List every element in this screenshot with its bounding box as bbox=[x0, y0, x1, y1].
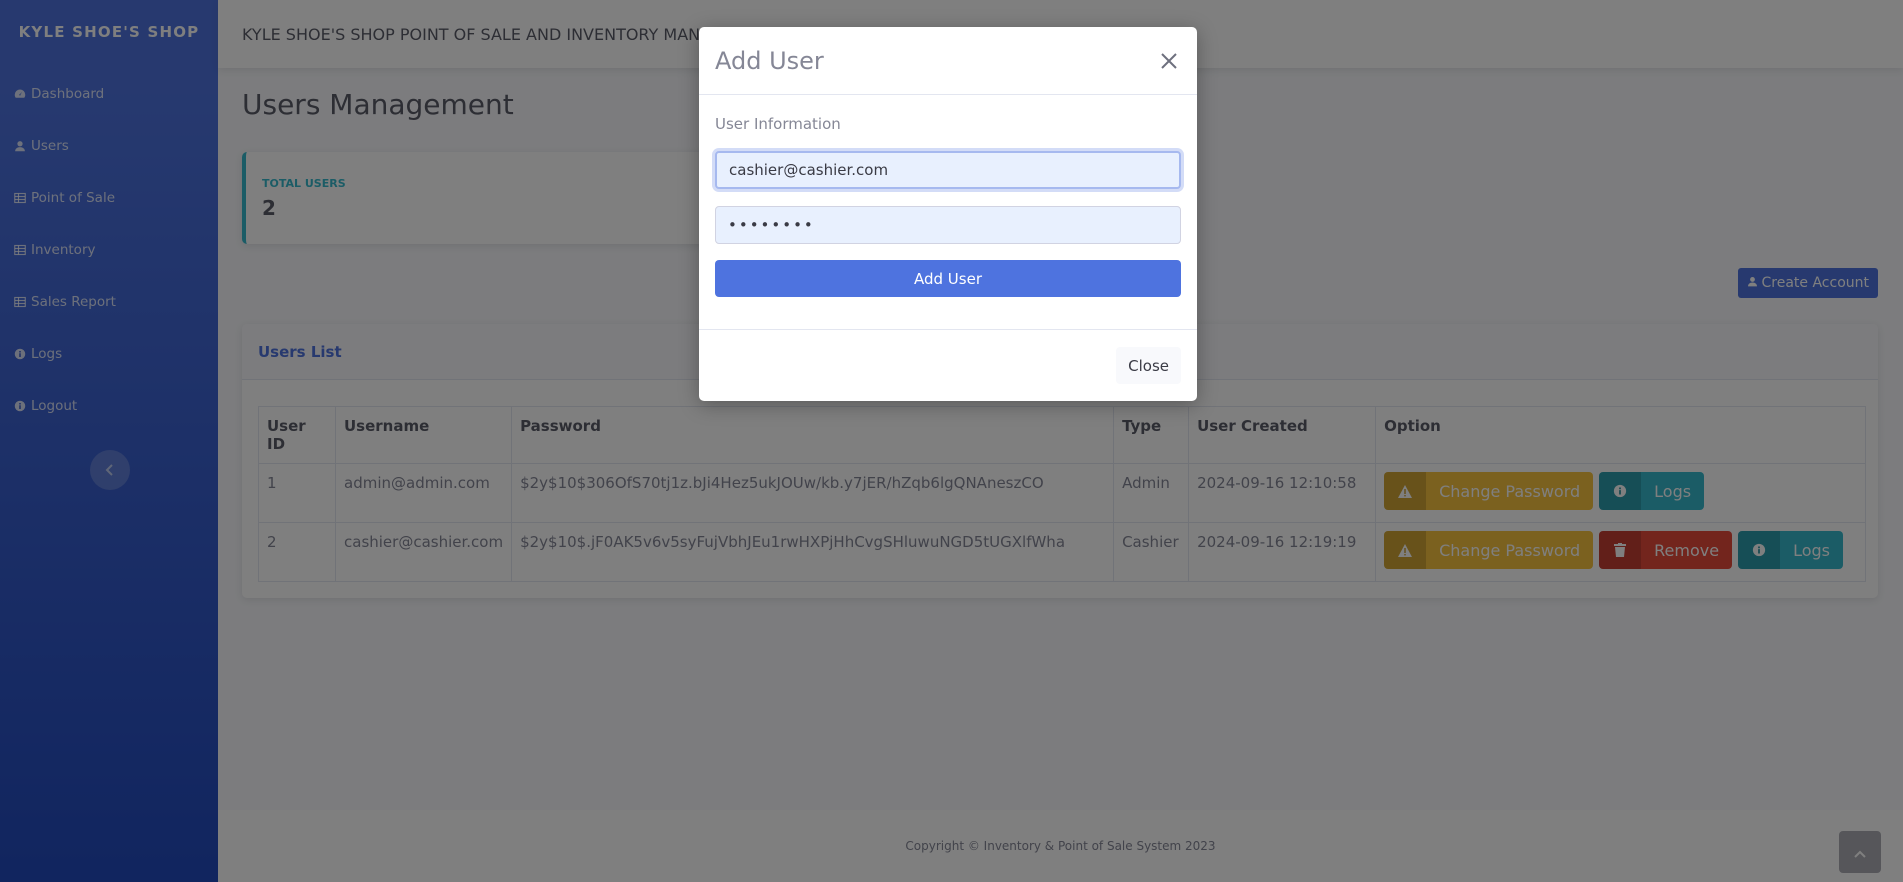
modal-title: Add User bbox=[715, 46, 824, 75]
close-button[interactable]: Close bbox=[1116, 347, 1181, 384]
modal-body: User Information Add User bbox=[699, 95, 1197, 330]
modal-header: Add User bbox=[699, 27, 1197, 95]
close-icon[interactable] bbox=[1157, 49, 1181, 73]
modal-footer: Close bbox=[699, 330, 1197, 400]
password-field[interactable] bbox=[715, 206, 1181, 244]
add-user-modal: Add User User Information Add User Close bbox=[699, 27, 1197, 401]
add-user-button[interactable]: Add User bbox=[715, 260, 1181, 297]
email-field[interactable] bbox=[715, 151, 1181, 189]
user-information-label: User Information bbox=[715, 115, 841, 133]
